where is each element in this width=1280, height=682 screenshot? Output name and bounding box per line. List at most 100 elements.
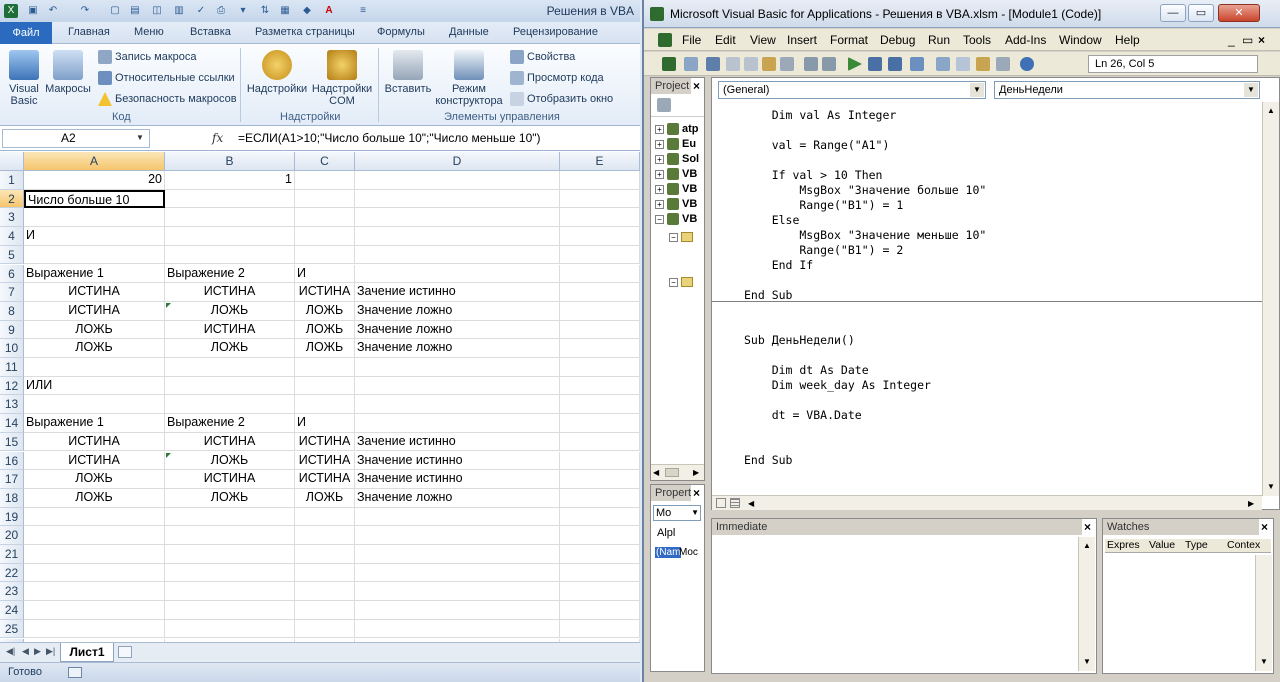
cell-a24[interactable] (24, 601, 165, 620)
tab-file[interactable]: Файл (0, 22, 52, 44)
column-header[interactable]: E (560, 152, 640, 171)
cell-e6[interactable] (560, 264, 640, 284)
cell-b18[interactable]: ЛОЖЬ (165, 488, 295, 508)
cell-b10[interactable]: ЛОЖЬ (165, 339, 295, 358)
tab-formulas[interactable]: Формулы (377, 26, 425, 38)
row-header[interactable]: 15 (0, 432, 24, 452)
cell-c17[interactable]: ИСТИНА (295, 470, 355, 489)
cell-d12[interactable] (355, 376, 560, 396)
row-header[interactable]: 19 (0, 507, 24, 527)
collapse-icon[interactable]: − (669, 232, 678, 242)
row-header[interactable]: 8 (0, 301, 24, 321)
cell-e3[interactable] (560, 208, 640, 228)
properties-window-icon[interactable] (956, 57, 970, 71)
tree-item-project[interactable]: + Sol (655, 152, 699, 166)
minimize-button[interactable]: — (1160, 4, 1186, 22)
tab-page-layout[interactable]: Разметка страницы (255, 26, 355, 38)
scroll-up-icon[interactable]: ▲ (1083, 541, 1091, 550)
tree-item-project[interactable]: + VB (655, 197, 697, 211)
next-sheet-icon[interactable]: ▶ (34, 646, 41, 657)
cell-b16[interactable]: ЛОЖЬ (165, 451, 295, 471)
sort-icon[interactable]: ⇅ (258, 4, 272, 18)
record-macro-button[interactable]: Запись макроса (98, 50, 197, 64)
copy-icon[interactable] (744, 57, 758, 71)
menu-file[interactable]: File (682, 33, 701, 47)
code-line[interactable]: Sub ДеньНедели() (744, 333, 855, 347)
customize-qa-icon[interactable]: ≡ (356, 4, 370, 18)
tab-alphabetic[interactable]: Alpl (657, 527, 675, 539)
reset-icon[interactable] (888, 57, 902, 71)
cell-a16[interactable]: ИСТИНА (24, 451, 165, 471)
menu-run[interactable]: Run (928, 33, 950, 47)
row-header[interactable]: 4 (0, 227, 24, 246)
chevron-down-icon[interactable]: ▼ (136, 133, 144, 142)
cell-a19[interactable] (24, 507, 165, 527)
menu-window[interactable]: Window (1059, 33, 1102, 47)
cell-a18[interactable]: ЛОЖЬ (24, 488, 165, 508)
cell-c4[interactable] (295, 227, 355, 246)
name-box[interactable]: A2 (2, 129, 150, 148)
tree-item-project[interactable]: + atp (655, 122, 699, 136)
tab-data[interactable]: Данные (449, 26, 489, 38)
cell-e8[interactable] (560, 301, 640, 321)
insert-control-button[interactable]: Вставить (382, 50, 434, 95)
row-header[interactable]: 13 (0, 395, 24, 415)
project-hscrollbar[interactable]: ◀ ▶ (651, 464, 704, 480)
cell-e10[interactable] (560, 339, 640, 358)
cell-a4[interactable]: И (24, 227, 165, 246)
cell-c14[interactable]: И (295, 414, 355, 433)
menu-debug[interactable]: Debug (880, 33, 915, 47)
help-icon[interactable] (1020, 57, 1034, 71)
column-expression[interactable]: Expres (1107, 539, 1140, 551)
tree-item-project[interactable]: + Eu (655, 137, 696, 151)
spellcheck-icon[interactable]: ✓ (194, 4, 208, 18)
row-header[interactable]: 18 (0, 488, 24, 508)
object-browser-icon[interactable] (976, 57, 990, 71)
column-header[interactable]: D (355, 152, 560, 171)
cell-a9[interactable]: ЛОЖЬ (24, 320, 165, 340)
cell-b13[interactable] (165, 395, 295, 415)
cell-b22[interactable] (165, 563, 295, 583)
cell-c16[interactable]: ИСТИНА (295, 451, 355, 471)
cell-d10[interactable]: Значение ложно (355, 339, 560, 358)
cell-d7[interactable]: Зачение истинно (355, 283, 560, 302)
code-vscrollbar[interactable]: ▲ ▼ (1262, 102, 1279, 496)
font-color-icon[interactable]: A (322, 4, 336, 18)
menu-format[interactable]: Format (830, 33, 868, 47)
cell-a8[interactable]: ИСТИНА (24, 301, 165, 321)
cell-b24[interactable] (165, 601, 295, 620)
cell-c15[interactable]: ИСТИНА (295, 432, 355, 452)
code-line[interactable]: Dim val As Integer (744, 108, 897, 122)
redo-icon[interactable]: ↷ (78, 4, 92, 18)
cell-e19[interactable] (560, 507, 640, 527)
code-line[interactable]: Else (744, 213, 800, 227)
immediate-input[interactable] (714, 537, 1078, 671)
cell-b19[interactable] (165, 507, 295, 527)
tab-menu[interactable]: Меню (134, 26, 164, 38)
expand-icon[interactable]: + (655, 169, 664, 179)
cell-e2[interactable] (560, 189, 640, 209)
cell-e23[interactable] (560, 582, 640, 602)
cell-d15[interactable]: Зачение истинно (355, 432, 560, 452)
code-line[interactable]: End Sub (744, 288, 792, 302)
cell-b6[interactable]: Выражение 2 (165, 264, 295, 284)
properties-button[interactable]: Свойства (510, 50, 575, 64)
cell-c21[interactable] (295, 545, 355, 564)
cell-c3[interactable] (295, 208, 355, 228)
cell-d20[interactable] (355, 526, 560, 545)
code-editor[interactable]: Dim val As Integer val = Range("A1") If … (712, 102, 1262, 496)
column-type[interactable]: Type (1185, 539, 1208, 551)
cell-b17[interactable]: ИСТИНА (165, 470, 295, 489)
row-header[interactable]: 24 (0, 601, 24, 620)
paste-icon[interactable] (762, 57, 776, 71)
row-header[interactable]: 21 (0, 545, 24, 564)
row-header[interactable]: 10 (0, 339, 24, 358)
cut-icon[interactable] (726, 57, 740, 71)
macros-button[interactable]: Макросы (44, 50, 92, 95)
cell-d5[interactable] (355, 245, 560, 265)
break-icon[interactable] (868, 57, 882, 71)
code-line[interactable]: Dim week_day As Integer (744, 378, 931, 392)
cell-b15[interactable]: ИСТИНА (165, 432, 295, 452)
cell-d18[interactable]: Значение ложно (355, 488, 560, 508)
row-header[interactable]: 1 (0, 171, 24, 190)
